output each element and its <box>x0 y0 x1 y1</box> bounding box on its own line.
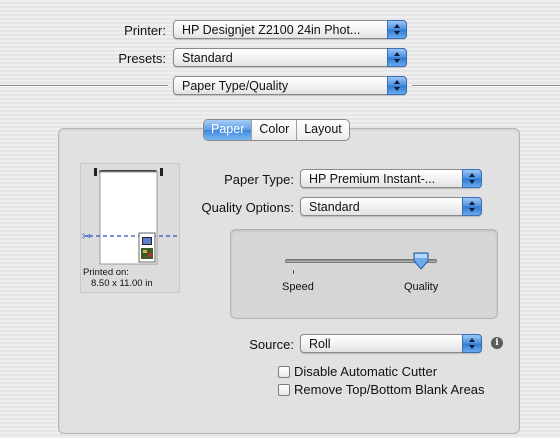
info-icon[interactable]: i <box>491 337 503 349</box>
tab-color[interactable]: Color <box>251 120 296 140</box>
quality-options-label: Quality Options: <box>201 200 295 215</box>
presets-value: Standard <box>182 51 233 65</box>
presets-label: Presets: <box>118 51 166 66</box>
source-label: Source: <box>249 337 294 352</box>
tab-paper[interactable]: Paper <box>204 120 252 140</box>
printer-popup[interactable]: HP Designjet Z2100 24in Phot... <box>173 20 407 39</box>
separator-right <box>412 85 560 86</box>
remove-blank-areas-label: Remove Top/Bottom Blank Areas <box>294 382 485 397</box>
slider-tick <box>293 270 294 274</box>
source-popup[interactable]: Roll <box>300 334 482 353</box>
separator-left <box>0 85 168 86</box>
popup-arrows-icon <box>387 48 407 67</box>
paper-type-label: Paper Type: <box>224 172 294 187</box>
printed-on-label: Printed on: <box>83 267 129 278</box>
disable-cutter-label: Disable Automatic Cutter <box>294 364 438 379</box>
scissors-icon: ✂ <box>82 231 92 243</box>
slider-speed-label: Speed <box>282 281 314 293</box>
popup-arrows-icon <box>462 334 482 353</box>
tab-bar: Paper Color Layout <box>203 119 350 141</box>
quality-options-popup[interactable]: Standard <box>300 197 482 216</box>
popup-arrows-icon <box>462 169 482 188</box>
paper-type-popup[interactable]: HP Premium Instant-... <box>300 169 482 188</box>
disable-cutter-checkbox[interactable] <box>278 366 290 378</box>
popup-arrows-icon <box>387 20 407 39</box>
quality-slider-knob[interactable] <box>412 252 430 270</box>
section-value: Paper Type/Quality <box>182 79 289 93</box>
popup-arrows-icon <box>462 197 482 216</box>
printer-value: HP Designjet Z2100 24in Phot... <box>182 23 361 37</box>
section-popup[interactable]: Paper Type/Quality <box>173 76 407 95</box>
slider-quality-label: Quality <box>404 281 439 293</box>
popup-arrows-icon <box>387 76 407 95</box>
paper-type-value: HP Premium Instant-... <box>309 172 436 186</box>
source-value: Roll <box>309 337 331 351</box>
printer-label: Printer: <box>124 23 166 38</box>
quality-options-value: Standard <box>309 200 360 214</box>
paper-size-value: 8.50 x 11.00 in <box>91 278 153 289</box>
presets-popup[interactable]: Standard <box>173 48 407 67</box>
quality-slider-box <box>230 229 498 319</box>
tab-layout[interactable]: Layout <box>296 120 349 140</box>
remove-blank-areas-checkbox[interactable] <box>278 384 290 396</box>
paper-preview: ✂ Printed on: 8.50 x 11.00 in <box>80 163 180 293</box>
